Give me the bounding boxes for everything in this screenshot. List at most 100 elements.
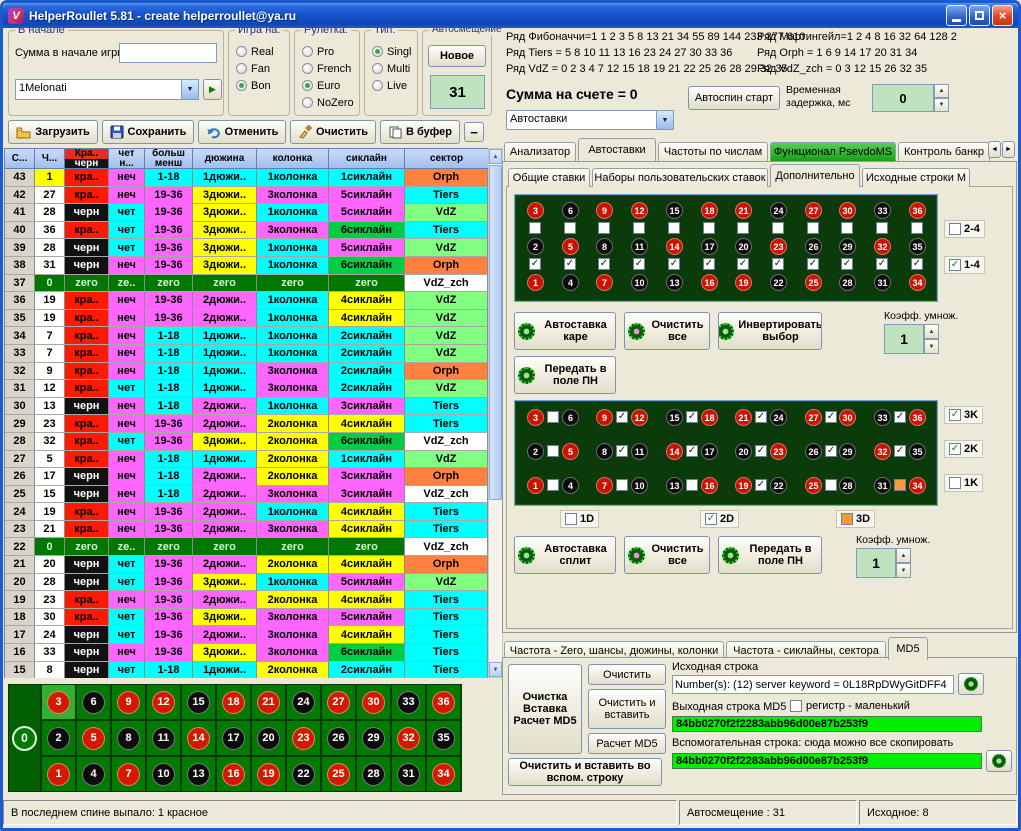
scrollbar-thumb[interactable] xyxy=(489,165,502,500)
board-cell-6[interactable]: 6 xyxy=(76,684,111,720)
new-autoshift-button[interactable]: Новое xyxy=(428,45,486,67)
panel1-bottom-checkbox[interactable] xyxy=(703,258,715,270)
panel1-number-11[interactable]: 11 xyxy=(631,238,648,255)
load-button[interactable]: Загрузить xyxy=(8,120,98,144)
panel1-bottom-checkbox[interactable] xyxy=(772,258,784,270)
panel2-split-checkbox[interactable] xyxy=(686,479,698,491)
panel2-number-1[interactable]: 1 xyxy=(527,477,544,494)
md5-source-input[interactable] xyxy=(672,675,954,694)
history-scrollbar[interactable]: ▲ ▼ xyxy=(488,148,503,678)
maximize-button[interactable] xyxy=(969,5,990,26)
board-cell-13[interactable]: 13 xyxy=(181,756,216,792)
undo-button[interactable]: Отменить xyxy=(198,120,286,144)
save-button[interactable]: Сохранить xyxy=(102,120,194,144)
col-header-dozen[interactable]: дюжина xyxy=(193,149,257,169)
panel1-number-32[interactable]: 32 xyxy=(874,238,891,255)
tab-частоты-по-числам[interactable]: Частоты по числам xyxy=(658,142,768,161)
board-cell-8[interactable]: 8 xyxy=(111,720,146,756)
panel1-number-27[interactable]: 27 xyxy=(805,202,822,219)
panel1-top-checkbox[interactable] xyxy=(737,222,749,234)
panel2-number-13[interactable]: 13 xyxy=(666,477,683,494)
panel2-split-checkbox[interactable] xyxy=(686,411,698,423)
col-header-spin[interactable]: С... xyxy=(5,149,35,169)
panel1-number-6[interactable]: 6 xyxy=(562,202,579,219)
autobet-kare-button[interactable]: Автоставка каре xyxy=(514,312,616,350)
radio-option-french[interactable]: French xyxy=(295,60,359,77)
board-cell-26[interactable]: 26 xyxy=(321,720,356,756)
panel1-number-33[interactable]: 33 xyxy=(874,202,891,219)
autobet-split-button[interactable]: Автоставка сплит xyxy=(514,536,616,574)
board-cell-11[interactable]: 11 xyxy=(146,720,181,756)
tab-md5[interactable]: MD5 xyxy=(888,637,928,660)
panel1-bottom-checkbox[interactable] xyxy=(529,258,541,270)
board-cell-35[interactable]: 35 xyxy=(426,720,461,756)
panel1-number-16[interactable]: 16 xyxy=(701,274,718,291)
md5-aux-copy-button[interactable] xyxy=(986,750,1012,772)
board-cell-3[interactable]: 3 xyxy=(41,684,76,720)
panel2-number-10[interactable]: 10 xyxy=(631,477,648,494)
checkbox-1D[interactable] xyxy=(565,513,577,525)
board-cell-1[interactable]: 1 xyxy=(41,756,76,792)
panel1-number-2[interactable]: 2 xyxy=(527,238,544,255)
board-cell-16[interactable]: 16 xyxy=(216,756,251,792)
board-cell-33[interactable]: 33 xyxy=(391,684,426,720)
clear-all-button-1[interactable]: Очистить все xyxy=(624,312,710,350)
radio-option-fan[interactable]: Fan xyxy=(229,60,289,77)
board-cell-12[interactable]: 12 xyxy=(146,684,181,720)
autobets-combobox[interactable]: Автоставки ▼ xyxy=(506,110,674,130)
panel2-number-21[interactable]: 21 xyxy=(735,409,752,426)
panel2-number-19[interactable]: 19 xyxy=(735,477,752,494)
tab-анализатор[interactable]: Анализатор xyxy=(504,142,576,161)
panel2-number-18[interactable]: 18 xyxy=(701,409,718,426)
panel1-number-26[interactable]: 26 xyxy=(805,238,822,255)
panel1-number-5[interactable]: 5 xyxy=(562,238,579,255)
panel2-number-17[interactable]: 17 xyxy=(701,443,718,460)
panel1-number-18[interactable]: 18 xyxy=(701,202,718,219)
dropdown-arrow-icon[interactable]: ▼ xyxy=(181,80,198,99)
panel2-number-15[interactable]: 15 xyxy=(666,409,683,426)
panel1-number-3[interactable]: 3 xyxy=(527,202,544,219)
md5-clear-paste-aux-button[interactable]: Очистить и вставить во вспом. строку xyxy=(508,758,662,786)
checkbox-2K[interactable] xyxy=(949,443,961,455)
checkbox-3K[interactable] xyxy=(949,409,961,421)
panel1-top-checkbox[interactable] xyxy=(668,222,680,234)
panel1-number-7[interactable]: 7 xyxy=(596,274,613,291)
dropdown-arrow-icon[interactable]: ▼ xyxy=(656,111,673,129)
radio-option-singl[interactable]: Singl xyxy=(365,43,417,60)
panel2-number-12[interactable]: 12 xyxy=(631,409,648,426)
panel2-split-checkbox[interactable] xyxy=(547,479,559,491)
panel1-number-25[interactable]: 25 xyxy=(805,274,822,291)
panel2-number-30[interactable]: 30 xyxy=(839,409,856,426)
board-cell-23[interactable]: 23 xyxy=(286,720,321,756)
title-bar[interactable]: V HelperRoullet 5.81 - create helperroul… xyxy=(3,3,1018,28)
board-cell-28[interactable]: 28 xyxy=(356,756,391,792)
panel2-number-7[interactable]: 7 xyxy=(596,477,613,494)
panel2-split-checkbox[interactable] xyxy=(547,411,559,423)
tab-scroll-right-button[interactable]: ► xyxy=(1002,141,1015,158)
panel2-number-35[interactable]: 35 xyxy=(909,443,926,460)
panel2-number-27[interactable]: 27 xyxy=(805,409,822,426)
spinner-down-icon[interactable]: ▼ xyxy=(934,98,949,112)
scrollbar-up-icon[interactable]: ▲ xyxy=(489,149,502,164)
board-cell-18[interactable]: 18 xyxy=(216,684,251,720)
panel1-top-checkbox[interactable] xyxy=(703,222,715,234)
panel2-split-checkbox[interactable] xyxy=(547,445,559,457)
panel1-number-15[interactable]: 15 xyxy=(666,202,683,219)
tab-функционал-psevdoms[interactable]: Функционал PsevdoMS xyxy=(770,142,896,161)
panel2-number-29[interactable]: 29 xyxy=(839,443,856,460)
tab-автоставки[interactable]: Автоставки xyxy=(578,138,656,161)
panel1-number-19[interactable]: 19 xyxy=(735,274,752,291)
board-cell-32[interactable]: 32 xyxy=(391,720,426,756)
panel2-split-checkbox[interactable] xyxy=(616,479,628,491)
panel2-number-26[interactable]: 26 xyxy=(805,443,822,460)
radio-option-live[interactable]: Live xyxy=(365,77,417,94)
panel1-top-checkbox[interactable] xyxy=(911,222,923,234)
panel2-split-checkbox[interactable] xyxy=(825,479,837,491)
panel1-number-23[interactable]: 23 xyxy=(770,238,787,255)
panel2-number-23[interactable]: 23 xyxy=(770,443,787,460)
panel1-number-28[interactable]: 28 xyxy=(839,274,856,291)
panel1-number-17[interactable]: 17 xyxy=(701,238,718,255)
spinner-up-icon[interactable]: ▲ xyxy=(934,84,949,98)
panel1-number-10[interactable]: 10 xyxy=(631,274,648,291)
spinner-down-icon[interactable]: ▼ xyxy=(896,563,911,578)
